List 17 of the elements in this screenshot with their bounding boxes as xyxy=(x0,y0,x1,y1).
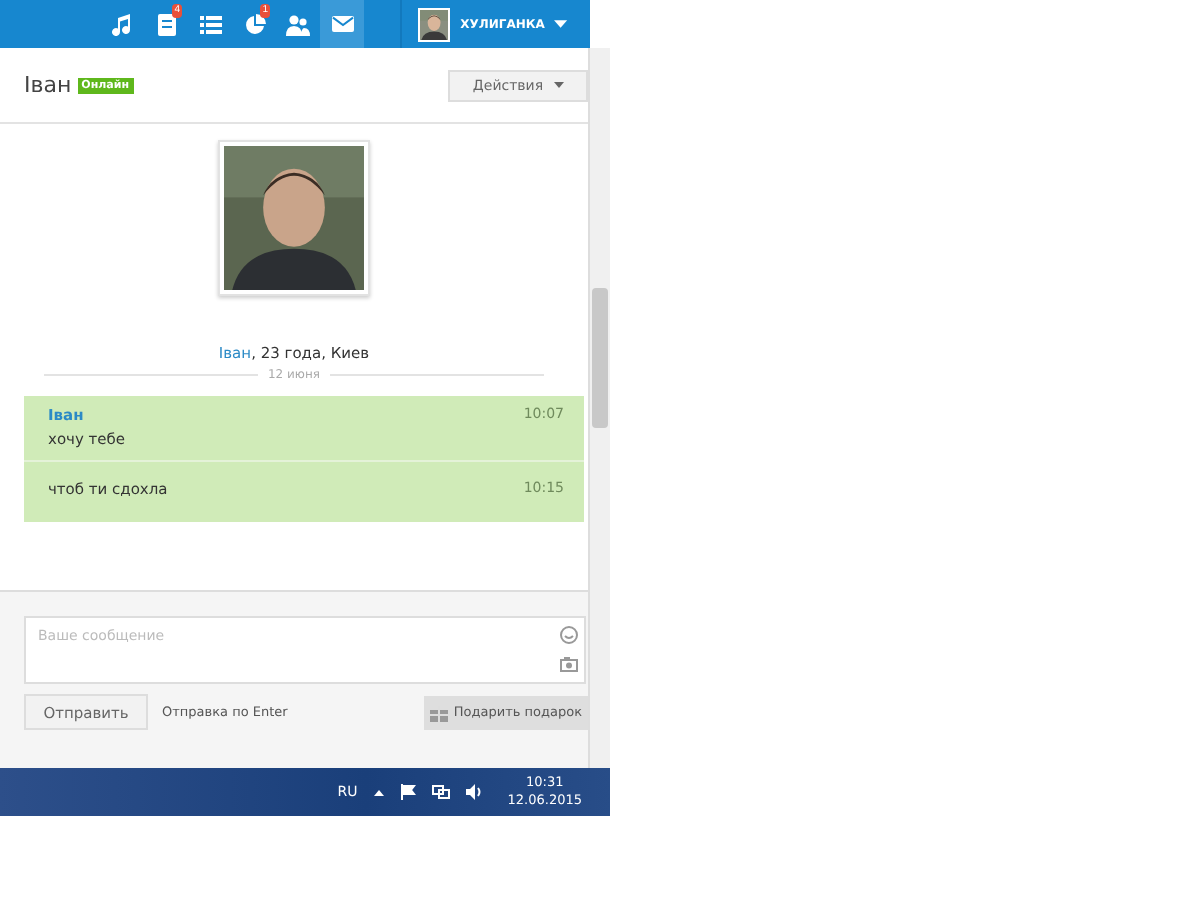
flag-icon[interactable] xyxy=(399,784,416,800)
network-icon[interactable] xyxy=(431,784,450,800)
list-icon xyxy=(199,15,221,33)
caret-icon xyxy=(553,82,564,88)
speaker-icon[interactable] xyxy=(465,784,484,800)
nav-tab[interactable] xyxy=(320,0,364,48)
people-icon xyxy=(286,13,310,35)
pie-chart-icon xyxy=(243,13,265,35)
music-note-icon xyxy=(112,13,132,35)
up-arrow-icon[interactable] xyxy=(373,789,384,795)
envelope-icon xyxy=(331,16,353,32)
camera-icon[interactable] xyxy=(560,656,578,672)
document-icon xyxy=(157,13,175,35)
scrollbar[interactable] xyxy=(588,48,610,768)
contact-name: Іван xyxy=(24,72,72,98)
caret-icon[interactable] xyxy=(554,20,568,28)
smiley-icon[interactable] xyxy=(560,626,578,644)
